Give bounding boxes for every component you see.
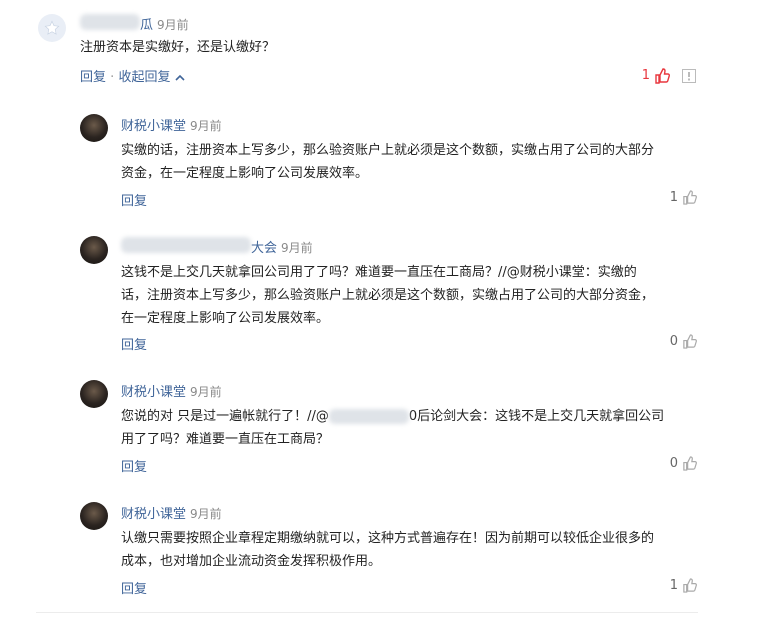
separator: · <box>110 70 115 85</box>
avatar[interactable] <box>80 114 108 142</box>
timestamp: 9月前 <box>190 385 222 399</box>
reply-text-line: 在一定程度上影响了公司发展效率。 <box>121 311 330 326</box>
avatar[interactable] <box>80 380 108 408</box>
report-icon[interactable] <box>682 69 696 83</box>
reply-text-line: 用了了吗？难道要一直压在工商局？ <box>121 432 330 447</box>
star-icon <box>44 20 60 35</box>
avatar[interactable] <box>80 502 108 530</box>
like-count: 0 <box>669 334 678 349</box>
blurred-username <box>80 14 140 30</box>
reply-header: 财税小课堂 9月前 <box>121 115 222 134</box>
comment-actions: 回复 · 收起回复 <box>80 66 185 85</box>
reply-text-line: 您说的对 只是过一遍帐就行了！//@ 0后论剑大会：这钱不是上交几天就拿回公司 <box>121 405 664 428</box>
reply-link[interactable]: 回复 <box>121 456 147 475</box>
reply-text-suffix: 0后论剑大会：这钱不是上交几天就拿回公司 <box>408 409 665 424</box>
author-name[interactable]: 财税小课堂 <box>121 119 186 134</box>
reply-link[interactable]: 回复 <box>121 190 147 209</box>
timestamp: 9月前 <box>190 119 222 133</box>
author-name[interactable]: 财税小课堂 <box>121 385 186 400</box>
section-divider <box>36 612 698 613</box>
reply-text-line: 这钱不是上交几天就拿回公司用了了吗？难道要一直压在工商局？//@财税小课堂：实缴… <box>121 265 637 280</box>
timestamp: 9月前 <box>190 507 222 521</box>
reply-text-line: 认缴只需要按照企业章程定期缴纳就可以，这种方式普遍存在！因为前期可以较低企业很多… <box>121 531 655 546</box>
blurred-username <box>121 237 251 253</box>
reply-text-line: 话，注册资本上写多少，那么验资账户上就必须是这个数额，实缴占用了公司的大部分资金… <box>121 288 655 303</box>
comment-text: 注册资本是实缴好，还是认缴好？ <box>80 40 276 55</box>
thumbs-up-icon[interactable] <box>682 190 697 205</box>
reply-text-line: 成本，也对增加企业流动资金发挥积极作用。 <box>121 554 382 569</box>
reply-header: 财税小课堂 9月前 <box>121 381 222 400</box>
comment-header: 瓜 9月前 <box>140 14 189 33</box>
like-count: 1 <box>669 190 678 205</box>
thumbs-up-icon[interactable] <box>682 578 697 593</box>
thumbs-up-icon[interactable] <box>682 456 697 471</box>
reply-text-prefix: 您说的对 只是过一遍帐就行了！//@ <box>121 409 329 424</box>
reply-header: 财税小课堂 9月前 <box>121 503 222 522</box>
reply-text-line: 实缴的话，注册资本上写多少，那么验资账户上就必须是这个数额，实缴占用了公司的大部… <box>121 143 655 158</box>
reply-header: 大会 9月前 <box>251 237 313 256</box>
reply-text-line: 资金，在一定程度上影响了公司发展效率。 <box>121 166 369 181</box>
reply-link[interactable]: 回复 <box>121 578 147 597</box>
author-name[interactable]: 大会 <box>251 241 277 256</box>
avatar[interactable] <box>80 236 108 264</box>
timestamp: 9月前 <box>157 18 189 32</box>
author-name[interactable]: 瓜 <box>140 18 153 33</box>
thumbs-up-icon[interactable] <box>654 68 670 84</box>
thumbs-up-icon[interactable] <box>682 334 697 349</box>
reply-link[interactable]: 回复 <box>80 70 106 85</box>
like-count: 1 <box>669 578 678 593</box>
user-avatar[interactable] <box>38 14 66 42</box>
chevron-up-icon[interactable] <box>175 73 185 83</box>
author-name[interactable]: 财税小课堂 <box>121 507 186 522</box>
collapse-replies-link[interactable]: 收起回复 <box>118 70 170 85</box>
blurred-mention <box>328 409 409 424</box>
timestamp: 9月前 <box>281 241 313 255</box>
like-count: 0 <box>669 456 678 471</box>
like-count: 1 <box>641 68 650 83</box>
reply-link[interactable]: 回复 <box>121 334 147 353</box>
